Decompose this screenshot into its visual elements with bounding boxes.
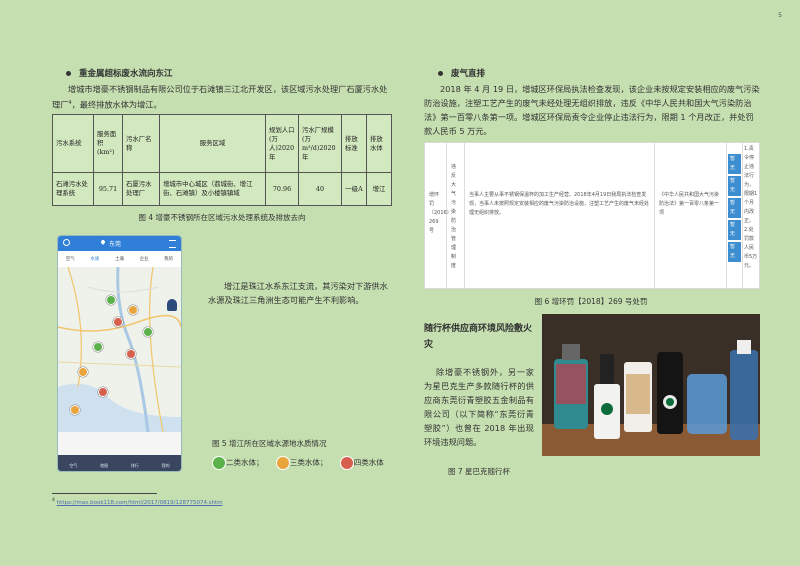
footnote-number: 4 [52,498,55,503]
footnote: 4 https://max.book118.com/html/2017/0819… [52,498,223,506]
app-bottom-nav: 空气 地图 排行 我的 [58,455,181,471]
penalty-doc-number: 增环罚〔2016〕269号 [425,143,452,288]
map-marker-class4[interactable] [113,317,123,327]
table-row: 石滩污水处理系统 95.71 石厦污水处理厂 增城市中心城区（荔城街、增江街、石… [52,172,392,206]
table-header-cell: 污水厂规模(万m³/d)2020年 [298,113,342,174]
section-heading-wastewater: 重金属超标废水流向东江 [66,67,173,79]
table-cell: 增城市中心城区（荔城街、增江街、石滩镇）及小楼镇镇域 [159,172,266,206]
table-cell: 95.71 [93,172,123,206]
table-header-cell: 污水系统 [52,113,94,174]
map-marker-class4[interactable] [126,349,136,359]
legend-swatch-class2 [212,456,226,470]
figure-6-caption: 图 6 增环罚【2018】269 号处罚 [534,297,648,306]
footnote-link[interactable]: https://max.book118.com/html/2017/0819/1… [57,500,223,506]
legend-swatch-class3 [275,456,290,470]
app-tab-bar: 空气 水质 土壤 企业 我的 [58,251,181,268]
table-header-cell: 服务区域 [159,113,266,174]
tab-mine[interactable]: 我的 [164,256,173,262]
nav-map[interactable]: 地图 [100,463,108,469]
table-header-row: 污水系统 服务面积(km²) 污水厂名称 服务区域 规划人口(万人)2020年 … [52,113,392,174]
search-icon[interactable] [63,239,70,246]
table-header-cell: 服务面积(km²) [93,113,123,174]
table-cell: 70.96 [265,172,299,206]
map-marker-class3[interactable] [78,367,88,377]
table-header-cell: 排放水体 [366,113,392,174]
penalty-result: 1.责令停止违法行为，限期1个月内改正。2.处罚款人民币5万元。 [744,146,758,269]
location-label[interactable]: 东莞 [109,239,121,248]
figure-4-caption: 图 4 增豪不锈钢所在区域污水处理系统及排放去向 [138,213,306,222]
map-marker-class4[interactable] [98,387,108,397]
figure-7-caption: 图 7 星巴克随行杯 [447,467,511,476]
legend-label: 二类水体； [226,458,264,467]
penalty-tag[interactable]: 暂无 [728,220,741,240]
section-heading-exhaust: 废气直排 [438,67,485,79]
table-cell: 增江 [366,172,392,206]
table-cell: 40 [298,172,342,206]
water-quality-app-screenshot: 东莞 空气 水质 土壤 企业 我的 空气 地图 排行 我的 [58,236,181,471]
map-marker-class3[interactable] [128,305,138,315]
nav-ranking[interactable]: 排行 [131,463,139,469]
penalty-facts: 当事人主要从事不锈钢保温杯的加工生产经营。2018年4月19日我局执法检查发现，… [465,143,655,288]
nav-air[interactable]: 空气 [69,463,77,469]
bullet-dot [66,71,71,76]
mascot-icon[interactable] [167,299,177,311]
starbucks-tumblers-photo [542,314,760,456]
penalty-tag[interactable]: 暂无 [728,176,741,196]
page-number: 5 [778,12,782,19]
penalty-tags: 暂无 暂无 暂无 暂无 暂无 [727,143,743,288]
tab-company[interactable]: 企业 [140,256,149,262]
menu-icon[interactable] [169,240,176,248]
water-class-legend: 二类水体； 三类水体； 四类水体 [212,456,384,470]
table-cell: 一级A [341,172,367,206]
figure-5-caption: 图 5 增江所在区域水源地水质情况 [212,439,327,448]
tab-air[interactable]: 空气 [66,256,75,262]
water-source-map[interactable] [58,267,181,432]
map-marker-class2[interactable] [143,327,153,337]
tab-soil[interactable]: 土壤 [115,256,124,262]
footnote-divider [52,493,157,494]
tumblers-image [542,314,760,456]
nav-mine[interactable]: 我的 [162,463,170,469]
location-pin-icon [100,239,106,245]
table-header-cell: 规划人口(万人)2020年 [265,113,299,174]
legend-swatch-class4 [339,456,354,470]
paragraph-wastewater: 增城市增豪不锈钢制品有限公司位于石滩镇三江北开发区，该区域污水处理厂石厦污水处理… [52,84,388,110]
penalty-tag[interactable]: 暂无 [728,154,741,174]
sewage-system-table: 污水系统 服务面积(km²) 污水厂名称 服务区域 规划人口(万人)2020年 … [52,113,392,206]
table-header-cell: 污水厂名称 [122,113,160,174]
map-marker-class2[interactable] [106,295,116,305]
tab-water[interactable]: 水质 [90,256,99,262]
table-header-cell: 排放标准 [341,113,367,174]
penalty-category: 违反大气污染防治管理制度 [447,143,465,288]
map-marker-class2[interactable] [93,342,103,352]
table-cell: 石厦污水处理厂 [122,172,160,206]
penalty-law: 《中华人民共和国大气污染防治法》第一百零八条第一项 [655,143,727,288]
paragraph-supplier: 除增豪不锈钢外，另一家为星巴克生产多款随行杯的供应商东莞衍青塑胶五金制品有限公司… [424,367,534,447]
penalty-record-screenshot: 增环罚〔2016〕269号 违反大气污染防治管理制度 当事人主要从事不锈钢保温杯… [424,142,760,289]
legend-label: 三类水体； [289,458,328,467]
penalty-tag[interactable]: 暂无 [728,242,741,262]
bullet-dot [438,71,443,76]
paragraph-exhaust: 2018 年 4 月 19 日，增城区环保局执法检查发现，该企业未按规定安装相应… [424,84,760,136]
penalty-tag[interactable]: 暂无 [728,198,741,218]
map-marker-class3[interactable] [70,405,80,415]
legend-label: 四类水体 [353,458,384,467]
section-heading-supplier-fire: 随行杯供应商环境风险敷火灾 [424,324,533,350]
app-header: 东莞 [58,236,181,251]
zengjiang-note: 增江是珠江水系东江支流，其污染对下游供水水源及珠江三角洲生态可能产生不利影响。 [208,281,388,305]
table-cell: 石滩污水处理系统 [52,172,94,206]
